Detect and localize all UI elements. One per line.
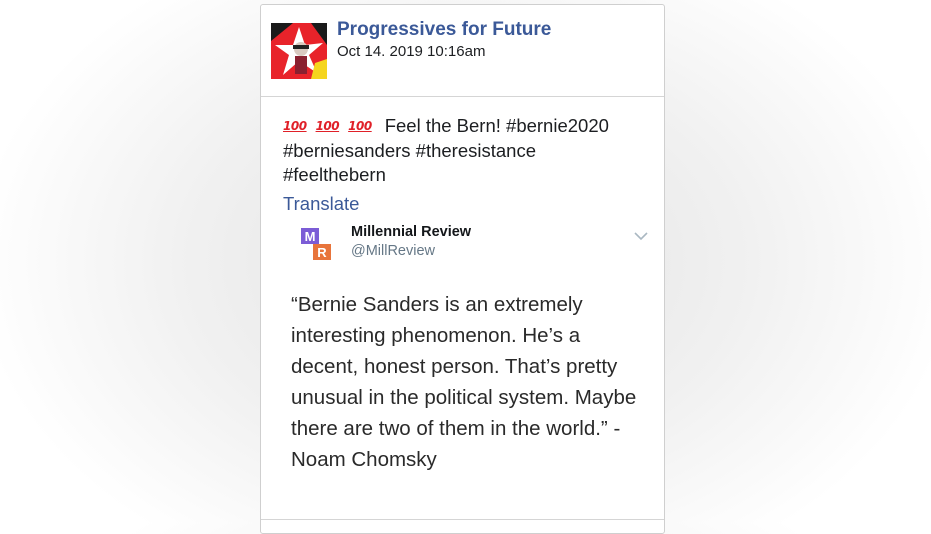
hundred-points-emoji: 100	[283, 119, 307, 133]
post-timestamp[interactable]: Oct 14. 2019 10:16am	[337, 43, 485, 60]
post-text-line-3: #feelthebern	[283, 164, 386, 185]
tweet-quote-text: “Bernie Sanders is an extremely interest…	[291, 293, 637, 471]
translate-link[interactable]: Translate	[283, 193, 359, 215]
post-header: Progressives for Future Oct 14. 2019 10:…	[261, 5, 664, 97]
facebook-post-card: Progressives for Future Oct 14. 2019 10:…	[260, 4, 665, 534]
post-text-line-2: #berniesanders #theresistance	[283, 139, 536, 161]
tweet-author-handle[interactable]: @MillReview	[351, 243, 435, 259]
logo-letter-r: R	[317, 245, 327, 260]
hundred-points-emoji: 100	[348, 119, 372, 133]
chevron-down-icon[interactable]	[633, 229, 649, 243]
avatar-image	[271, 23, 327, 79]
tweet-author-name[interactable]: Millennial Review	[351, 224, 471, 240]
hundred-points-emoji: 100	[315, 119, 340, 133]
page-avatar[interactable]	[271, 23, 327, 79]
post-text: 100 100 100 Feel the Bern! #bernie2020 #ber…	[283, 114, 643, 188]
card-divider	[261, 519, 664, 520]
page-name-link[interactable]: Progressives for Future	[337, 19, 551, 41]
post-text-line-1: Feel the Bern! #bernie2020	[384, 115, 609, 136]
logo-letter-m: M	[305, 229, 316, 244]
millennial-review-logo-icon[interactable]: M R	[301, 228, 333, 260]
